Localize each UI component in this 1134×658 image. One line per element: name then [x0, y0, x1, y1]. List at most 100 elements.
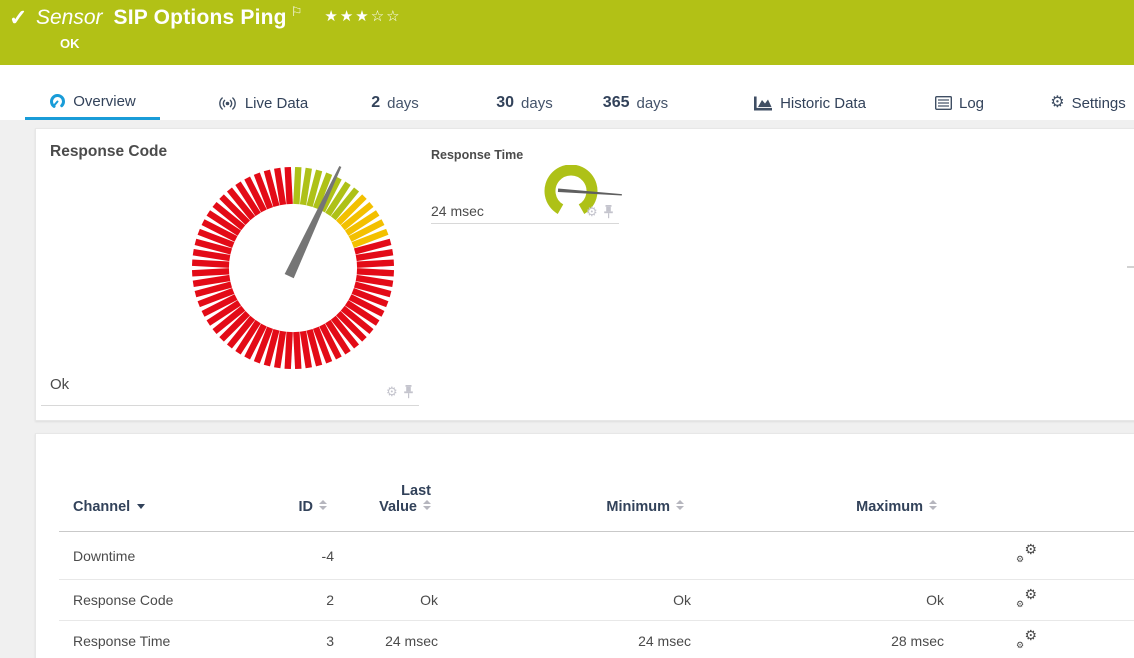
small-gear-glyph: ⚙: [1016, 600, 1024, 609]
gauge-title-response-time: Response Time: [431, 148, 523, 162]
column-label: ID: [299, 499, 314, 515]
tab-2-days[interactable]: 2 days: [360, 65, 430, 120]
table-header-row: Channel ID Last Value Minimum Maximum: [59, 434, 1134, 532]
sort-icon: [319, 500, 327, 510]
tab-label: Live Data: [245, 95, 308, 112]
log-list-icon: [935, 96, 952, 110]
table-row: Response Time 3 24 msec 24 msec 28 msec …: [59, 621, 1134, 658]
gauge-icon: [49, 93, 66, 110]
channel-name-cell: Response Time: [59, 621, 246, 658]
response-time-gauge: [538, 165, 630, 223]
tab-log[interactable]: Log: [922, 65, 997, 120]
gauge-value-response-time: 24 msec: [431, 203, 484, 219]
tab-unit: days: [521, 95, 553, 112]
sort-icon: [676, 500, 684, 510]
gauge-card-tools: ⚙: [586, 205, 614, 219]
gauge-settings-icon[interactable]: ⚙: [586, 205, 598, 218]
tab-number: 30: [496, 94, 514, 112]
flag-icon[interactable]: ⚐: [291, 5, 303, 18]
cutoff-card-separator: [1127, 266, 1134, 268]
column-header-actions: [951, 434, 1134, 532]
channel-actions-cell: ⚙⚙: [951, 621, 1134, 658]
tab-historic-data[interactable]: Historic Data: [740, 65, 880, 120]
card-separator: [41, 405, 419, 406]
response-code-gauge: [188, 163, 398, 373]
overview-gauges-panel: Response Code Ok ⚙ Response Time 24 msec…: [35, 128, 1134, 421]
pin-icon[interactable]: [603, 205, 614, 219]
channel-minimum-cell: 24 msec: [445, 621, 698, 658]
gauge-title-response-code: Response Code: [50, 143, 167, 161]
column-label: Minimum: [606, 499, 670, 515]
channel-settings-icon[interactable]: ⚙⚙: [1016, 591, 1037, 607]
sort-icon: [423, 500, 431, 510]
gauge-settings-icon[interactable]: ⚙: [386, 385, 398, 398]
column-header-id[interactable]: ID: [246, 434, 341, 532]
small-gear-glyph: ⚙: [1016, 555, 1024, 564]
channel-maximum-cell: Ok: [698, 580, 951, 621]
tab-unit: days: [387, 95, 419, 112]
column-header-last-value[interactable]: Last Value: [341, 434, 445, 532]
tab-30-days[interactable]: 30 days: [482, 65, 567, 120]
column-header-minimum[interactable]: Minimum: [445, 434, 698, 532]
channel-name-cell: Downtime: [59, 532, 246, 580]
channel-maximum-cell: 28 msec: [698, 621, 951, 658]
channel-table-panel: Channel ID Last Value Minimum Maximum Do…: [35, 433, 1134, 658]
status-badge: OK: [60, 36, 80, 51]
gear-icon: ⚙: [1050, 95, 1064, 111]
column-label: Maximum: [856, 499, 923, 515]
big-gear-glyph: ⚙: [1024, 628, 1037, 642]
channel-minimum-cell: Ok: [445, 580, 698, 621]
caret-down-icon: [137, 504, 145, 509]
tab-bar: Overview Live Data 2 days 30 days 365 da…: [0, 65, 1134, 120]
sensor-title-row: Sensor SIP Options Ping ⚐ ★★★☆☆: [36, 5, 402, 31]
tab-number: 365: [603, 94, 630, 112]
gauge-value-response-code: Ok: [50, 376, 69, 393]
object-type-label: Sensor: [36, 5, 103, 31]
channel-minimum-cell: [445, 532, 698, 580]
tab-label: Overview: [73, 93, 136, 110]
tab-365-days[interactable]: 365 days: [588, 65, 683, 120]
channel-last-value-cell: Ok: [341, 580, 445, 621]
prtg-sensor-page: ✓ Sensor SIP Options Ping ⚐ ★★★☆☆ OK Ove…: [0, 0, 1134, 658]
stars-filled: ★★★: [324, 8, 370, 25]
tab-overview[interactable]: Overview: [25, 65, 160, 120]
channel-table: Channel ID Last Value Minimum Maximum Do…: [59, 434, 1134, 658]
big-gear-glyph: ⚙: [1024, 542, 1037, 556]
area-chart-icon: [754, 95, 773, 111]
page-title: SIP Options Ping: [114, 5, 287, 31]
column-header-maximum[interactable]: Maximum: [698, 434, 951, 532]
channel-actions-cell: ⚙⚙: [951, 580, 1134, 621]
tab-unit: days: [637, 95, 669, 112]
broadcast-icon: [217, 96, 238, 111]
small-gear-glyph: ⚙: [1016, 641, 1024, 650]
channel-id-cell: 3: [246, 621, 341, 658]
big-gear-glyph: ⚙: [1024, 587, 1037, 601]
table-row: Response Code 2 Ok Ok Ok ⚙⚙: [59, 580, 1134, 621]
channel-settings-icon[interactable]: ⚙⚙: [1016, 546, 1037, 562]
channel-last-value-cell: [341, 532, 445, 580]
column-label: Last: [341, 483, 431, 499]
channel-last-value-cell: 24 msec: [341, 621, 445, 658]
gauge-card-tools: ⚙: [386, 385, 414, 399]
tab-number: 2: [371, 94, 380, 112]
column-label: Value: [379, 499, 417, 515]
channel-maximum-cell: [698, 532, 951, 580]
channel-settings-icon[interactable]: ⚙⚙: [1016, 632, 1037, 648]
tab-live-data[interactable]: Live Data: [205, 65, 320, 120]
tab-label: Historic Data: [780, 95, 866, 112]
channel-id-cell: -4: [246, 532, 341, 580]
card-separator: [431, 223, 619, 224]
pin-icon[interactable]: [403, 385, 414, 399]
channel-actions-cell: ⚙⚙: [951, 532, 1134, 580]
column-header-channel[interactable]: Channel: [59, 434, 246, 532]
table-row: Downtime -4 ⚙⚙: [59, 532, 1134, 580]
priority-star-rating[interactable]: ★★★☆☆: [324, 7, 401, 25]
column-label: Channel: [73, 499, 130, 515]
channel-name-cell: Response Code: [59, 580, 246, 621]
sort-icon: [929, 500, 937, 510]
sensor-status-header: ✓ Sensor SIP Options Ping ⚐ ★★★☆☆ OK: [0, 0, 1134, 65]
status-check-icon: ✓: [9, 7, 27, 29]
tab-settings[interactable]: ⚙ Settings: [1040, 65, 1134, 120]
tab-label: Settings: [1072, 95, 1126, 112]
tab-label: Log: [959, 95, 984, 112]
